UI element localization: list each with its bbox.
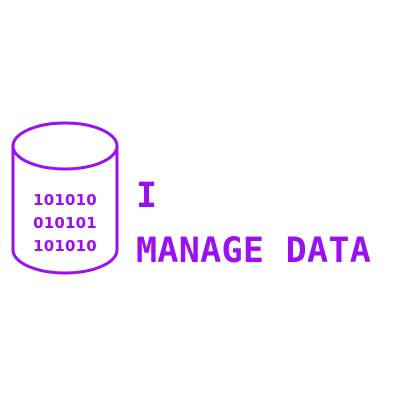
headline-line-2: MANAGE DATA [136,231,372,271]
binary-line: 101010 [33,237,97,255]
headline-line-1: I [136,176,158,216]
cylinder-top [11,121,119,171]
logo-graphic: 101010 010101 101010 I MANAGE DATA [0,0,420,407]
binary-line: 010101 [33,214,97,232]
binary-line: 101010 [33,191,97,209]
